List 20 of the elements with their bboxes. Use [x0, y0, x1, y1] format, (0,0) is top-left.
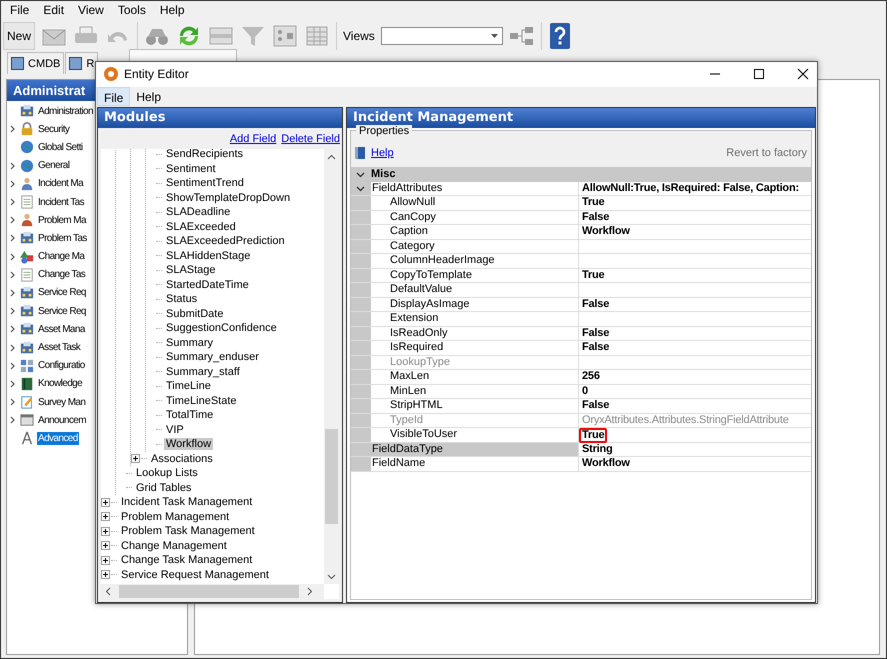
- property-value: True: [581, 196, 606, 209]
- property-value: True: [579, 428, 608, 443]
- property-value: OryxAttributes.Attributes.StringFieldAttribute: [581, 414, 790, 426]
- property-value: 0: [581, 384, 589, 398]
- property-value: False: [581, 210, 610, 224]
- property-value: Workflow: [581, 457, 631, 470]
- window-title: Entity Editor: [124, 67, 189, 82]
- property-value: AllowNull:True, IsRequired: False, Caption:: [581, 182, 800, 194]
- property-value: False: [581, 298, 610, 310]
- group-label: Properties: [356, 125, 412, 137]
- property-value: False: [581, 326, 610, 340]
- views-label: Views: [343, 29, 375, 43]
- category-label: Misc: [371, 168, 396, 180]
- property-value: False: [581, 399, 610, 412]
- property-value: Workflow: [581, 225, 631, 238]
- panel-header: Modules: [98, 108, 342, 128]
- property-value: True: [581, 268, 606, 282]
- property-value: False: [581, 341, 610, 354]
- property-value: 256: [581, 370, 601, 383]
- property-value: String: [581, 442, 614, 456]
